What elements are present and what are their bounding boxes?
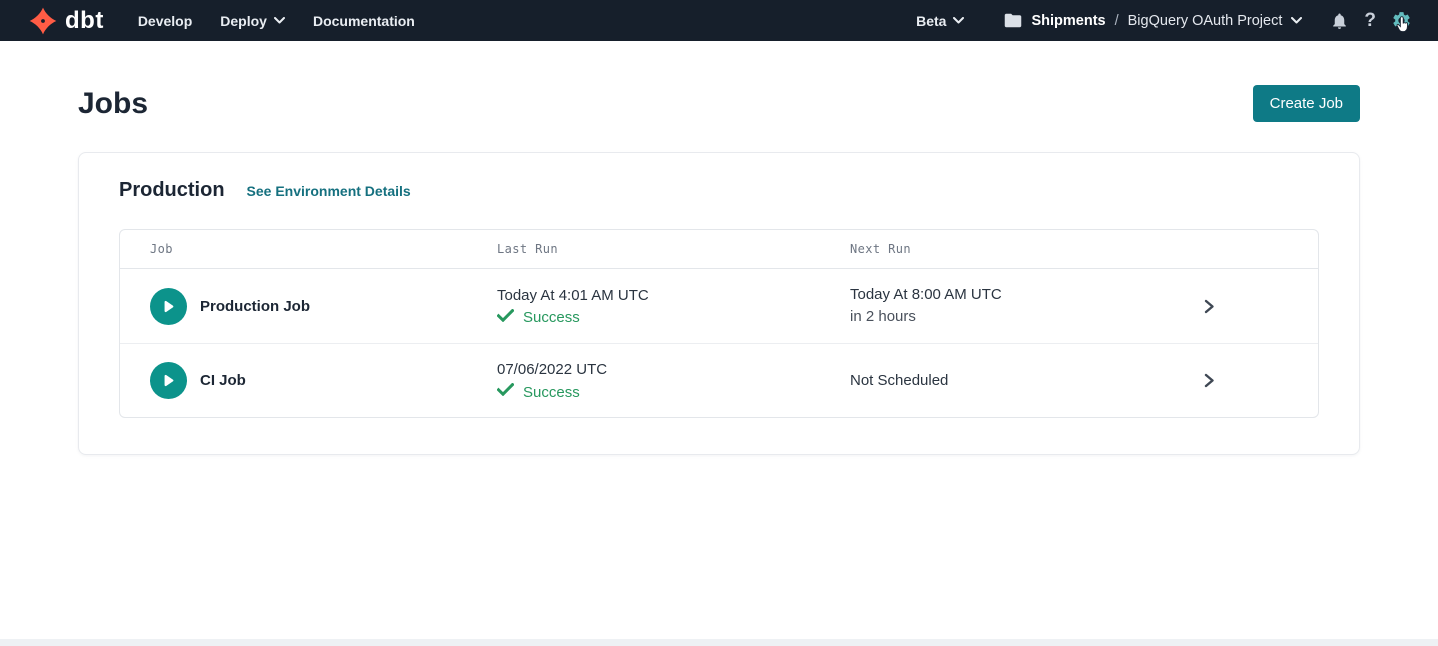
job-cell: CI Job: [150, 362, 497, 399]
folder-icon: [1004, 13, 1022, 28]
nav-item-documentation[interactable]: Documentation: [313, 13, 415, 29]
column-header-last-run: Last Run: [497, 242, 850, 256]
top-nav-bar: dbt Develop Deploy Documentation Beta Sh…: [0, 0, 1438, 41]
dbt-logo-word: dbt: [65, 9, 104, 33]
page-title: Jobs: [78, 86, 148, 122]
job-row-ci[interactable]: CI Job 07/06/2022 UTC Success Not Schedu…: [120, 343, 1318, 417]
breadcrumb-project[interactable]: BigQuery OAuth Project: [1128, 13, 1283, 29]
job-name: CI Job: [200, 372, 246, 389]
next-run-cell: Today At 8:00 AM UTC in 2 hours: [850, 285, 1100, 327]
chevron-down-icon: [274, 17, 285, 24]
dbt-logo[interactable]: dbt: [28, 6, 104, 36]
column-header-next-run: Next Run: [850, 242, 1100, 256]
nav-item-develop[interactable]: Develop: [138, 13, 192, 29]
run-job-play-icon[interactable]: [150, 362, 187, 399]
status-label: Success: [523, 309, 580, 326]
dbt-logo-icon: [28, 6, 58, 36]
horizontal-scrollbar-track[interactable]: [0, 639, 1438, 646]
row-chevron-right-icon[interactable]: [1100, 299, 1318, 314]
next-run-time: Not Scheduled: [850, 371, 1100, 391]
check-icon: [497, 383, 514, 401]
beta-label: Beta: [916, 13, 946, 29]
settings-gear-icon[interactable]: [1391, 10, 1412, 31]
last-run-time: 07/06/2022 UTC: [497, 360, 850, 380]
beta-dropdown[interactable]: Beta: [916, 13, 964, 29]
notifications-bell-icon[interactable]: [1330, 11, 1349, 31]
breadcrumb-separator: /: [1115, 13, 1119, 29]
breadcrumb-account[interactable]: Shipments: [1031, 13, 1105, 29]
page-header: Jobs Create Job: [78, 41, 1360, 122]
run-job-play-icon[interactable]: [150, 288, 187, 325]
nav-item-documentation-label: Documentation: [313, 13, 415, 29]
jobs-table: Job Last Run Next Run Production Job Tod…: [119, 229, 1319, 418]
status-label: Success: [523, 384, 580, 401]
check-icon: [497, 309, 514, 327]
create-job-button[interactable]: Create Job: [1253, 85, 1360, 122]
chevron-down-icon[interactable]: [1291, 17, 1302, 24]
job-cell: Production Job: [150, 288, 497, 325]
row-chevron-right-icon[interactable]: [1100, 373, 1318, 388]
next-run-cell: Not Scheduled: [850, 371, 1100, 391]
nav-item-develop-label: Develop: [138, 13, 192, 29]
page-content: Jobs Create Job Production See Environme…: [0, 41, 1438, 455]
jobs-table-header-row: Job Last Run Next Run: [120, 230, 1318, 269]
nav-item-deploy[interactable]: Deploy: [220, 13, 285, 29]
last-run-time: Today At 4:01 AM UTC: [497, 286, 850, 306]
help-icon[interactable]: ?: [1364, 11, 1376, 30]
job-row-production[interactable]: Production Job Today At 4:01 AM UTC Succ…: [120, 269, 1318, 343]
column-header-job: Job: [150, 242, 497, 256]
job-name: Production Job: [200, 298, 310, 315]
last-run-cell: 07/06/2022 UTC Success: [497, 360, 850, 401]
environment-card: Production See Environment Details Job L…: [78, 152, 1360, 455]
see-environment-details-link[interactable]: See Environment Details: [247, 183, 411, 199]
environment-header: Production See Environment Details: [119, 179, 1319, 202]
next-run-relative: in 2 hours: [850, 307, 1100, 327]
next-run-time: Today At 8:00 AM UTC: [850, 285, 1100, 305]
last-run-status: Success: [497, 309, 850, 327]
nav-right-group: Beta Shipments / BigQuery OAuth Project …: [916, 10, 1412, 31]
breadcrumb: Shipments / BigQuery OAuth Project: [1004, 13, 1302, 29]
last-run-status: Success: [497, 383, 850, 401]
last-run-cell: Today At 4:01 AM UTC Success: [497, 286, 850, 327]
environment-name: Production: [119, 179, 225, 202]
chevron-down-icon: [953, 17, 964, 24]
help-glyph: ?: [1364, 11, 1376, 30]
nav-item-deploy-label: Deploy: [220, 13, 267, 29]
